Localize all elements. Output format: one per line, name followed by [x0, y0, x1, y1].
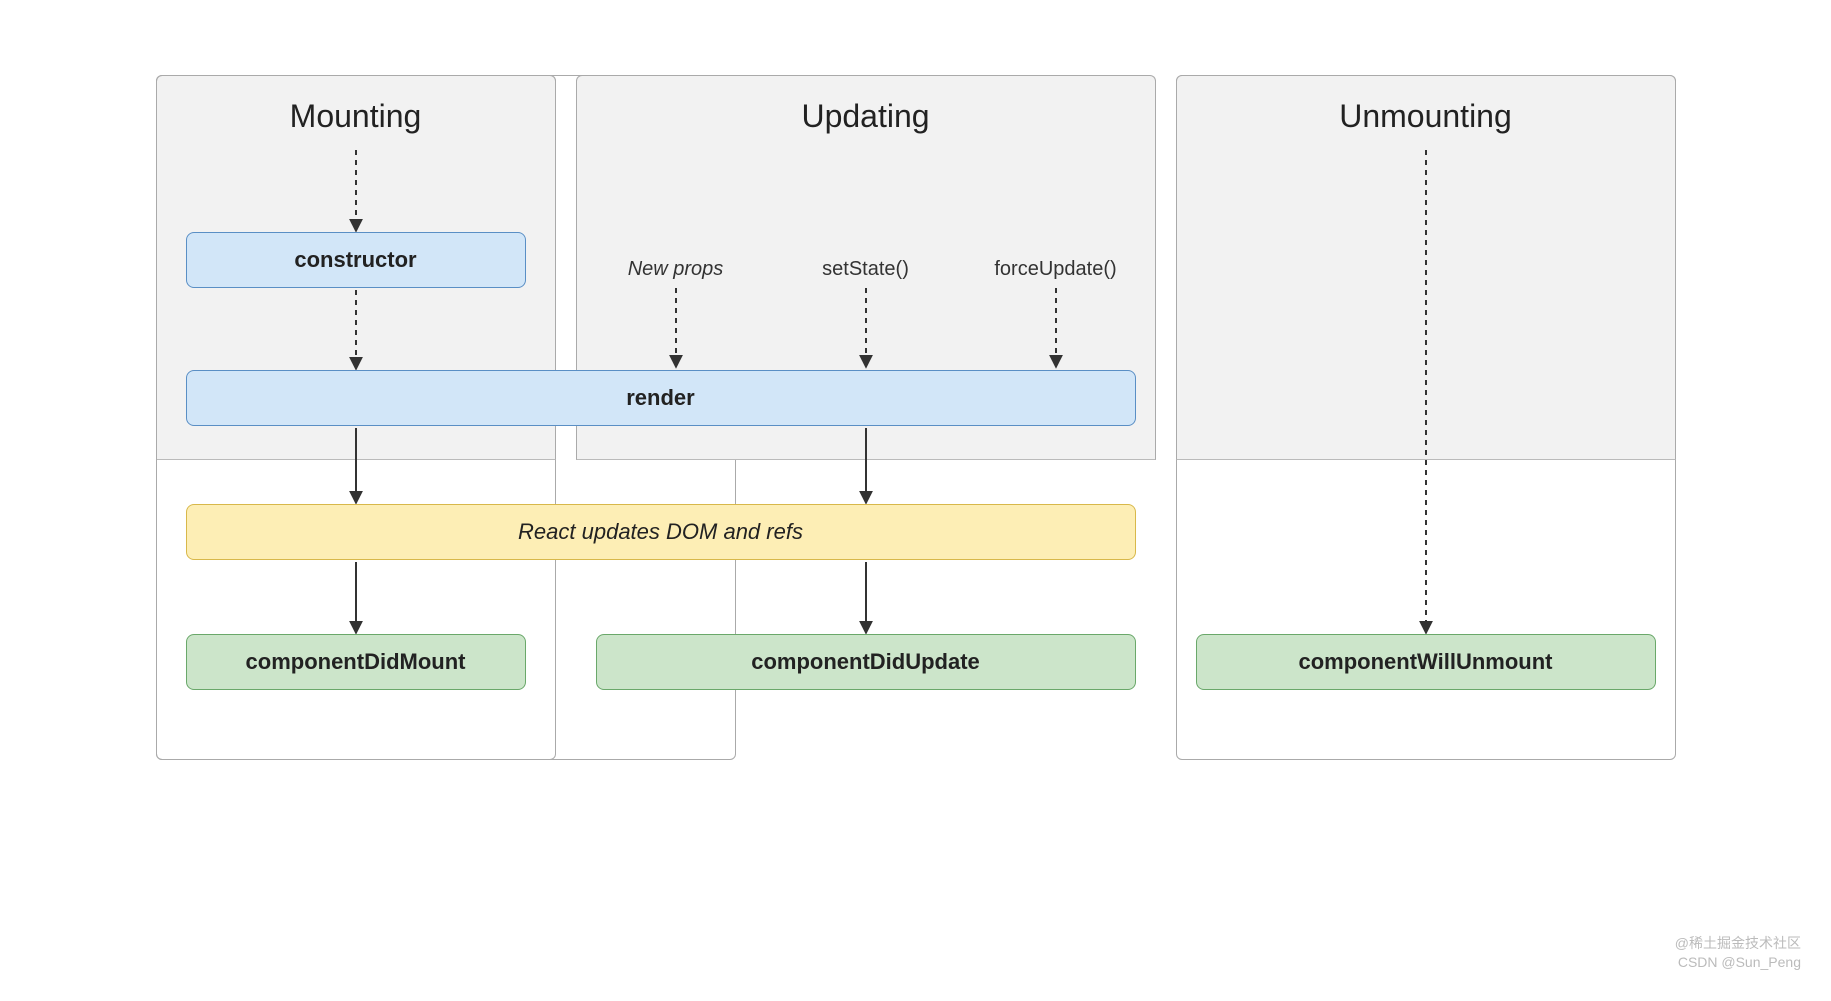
- watermark-line2: CSDN @Sun_Peng: [1675, 953, 1801, 973]
- updating-title: Updating: [576, 98, 1156, 135]
- did-mount-box[interactable]: componentDidMount: [186, 634, 526, 690]
- constructor-box[interactable]: constructor: [186, 232, 526, 288]
- render-box[interactable]: render: [186, 370, 1136, 426]
- set-state-label: setState(): [822, 258, 909, 281]
- force-update-label: forceUpdate(): [994, 258, 1116, 281]
- dom-update-box: React updates DOM and refs: [186, 504, 1136, 560]
- lifecycle-diagram: Mounting Updating Unmounting constructor…: [156, 40, 1676, 820]
- did-update-box[interactable]: componentDidUpdate: [596, 634, 1136, 690]
- unmounting-title: Unmounting: [1176, 98, 1676, 135]
- watermark-line1: @稀土掘金技术社区: [1675, 934, 1801, 954]
- watermark: @稀土掘金技术社区 CSDN @Sun_Peng: [1675, 934, 1801, 973]
- mounting-title: Mounting: [156, 98, 556, 135]
- new-props-label: New props: [628, 258, 724, 281]
- will-unmount-box[interactable]: componentWillUnmount: [1196, 634, 1656, 690]
